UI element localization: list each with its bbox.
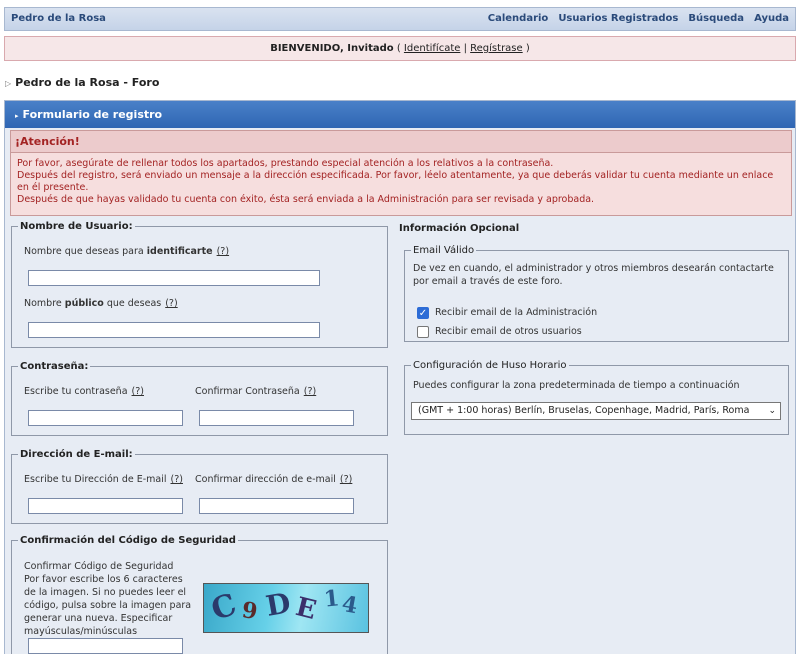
top-nav-links: Calendario Usuarios Registrados Búsqueda… [478,13,789,24]
captcha-image[interactable]: C 9 D E 1 4 [203,583,369,633]
attention-line-2: Después del registro, será enviado un me… [17,170,774,193]
username-fieldset: Nombre de Usuario: Nombre que deseas par… [11,221,388,348]
chevron-down-icon: ⌄ [768,406,776,416]
email-label: Escribe tu Dirección de E-mail (?) [24,474,183,485]
breadcrumb-forum-link[interactable]: Pedro de la Rosa - Foro [15,76,159,89]
public-name-help-link[interactable]: (?) [165,298,177,309]
captcha-char-3: D [263,586,293,623]
captcha-label: Confirmar Código de Seguridad [24,561,174,572]
welcome-bar: BIENVENIDO, Invitado ( Identifícate | Re… [4,36,796,61]
captcha-char-2: 9 [240,597,260,625]
welcome-paren-close: ) [525,43,530,54]
welcome-paren-open: ( [396,43,401,54]
receive-admin-email-label: Recibir email de la Administración [435,307,598,318]
confirm-email-label: Confirmar dirección de e-mail (?) [195,474,353,485]
public-name-input[interactable] [28,322,320,338]
valid-email-description: De vez en cuando, el administrador y otr… [413,263,774,287]
timezone-legend: Configuración de Huso Horario [413,360,567,371]
timezone-select[interactable]: (GMT + 1:00 horas) Berlín, Bruselas, Cop… [411,402,781,420]
attention-line-3: Después de que hayas validado tu cuenta … [17,194,595,205]
password-help-link[interactable]: (?) [132,386,144,397]
captcha-legend: Confirmación del Código de Seguridad [20,535,236,546]
receive-admin-email-checkbox[interactable]: ✓ [417,307,429,319]
valid-email-fieldset: Email Válido De vez en cuando, el admini… [404,245,789,342]
panel-arrow-icon: ▸ [15,112,19,120]
nav-usuarios-registrados[interactable]: Usuarios Registrados [558,13,678,24]
attention-line-1: Por favor, asegúrate de rellenar todos l… [17,158,554,169]
breadcrumb: ▷ Pedro de la Rosa - Foro [5,76,159,89]
attention-box: ¡Atención! Por favor, asegúrate de relle… [10,130,792,216]
password-label: Escribe tu contraseña (?) [24,386,144,397]
confirm-email-input[interactable] [199,498,354,514]
captcha-input[interactable] [28,638,183,654]
captcha-description: Por favor escribe los 6 caracteres de la… [24,574,192,637]
welcome-separator: | [463,43,467,54]
username-input[interactable] [28,270,320,286]
confirm-password-label: Confirmar Contraseña (?) [195,386,317,397]
nav-busqueda[interactable]: Búsqueda [688,13,744,24]
site-name[interactable]: Pedro de la Rosa [11,13,106,24]
timezone-fieldset: Configuración de Huso Horario Puedes con… [404,360,789,435]
valid-email-legend: Email Válido [413,245,475,256]
confirm-password-help-link[interactable]: (?) [304,386,316,397]
registration-panel: ▸ Formulario de registro ¡Atención! Por f… [4,100,796,654]
attention-title: ¡Atención! [11,131,791,153]
register-link[interactable]: Regístrase [470,43,523,54]
password-fieldset: Contraseña: Escribe tu contraseña (?) Con… [11,361,388,436]
welcome-greeting: BIENVENIDO, Invitado [270,43,394,54]
timezone-description: Puedes configurar la zona predeterminada… [413,380,740,391]
login-link[interactable]: Identifícate [404,43,460,54]
captcha-fieldset: Confirmación del Código de Seguridad Con… [11,535,388,654]
identify-help-link[interactable]: (?) [217,246,229,257]
panel-title: Formulario de registro [22,108,163,121]
email-help-link[interactable]: (?) [171,474,183,485]
receive-users-email-checkbox[interactable] [417,326,429,338]
public-name-label: Nombre público que deseas (?) [24,298,178,309]
identify-label: Nombre que deseas para identificarte (?) [24,246,230,257]
email-legend: Dirección de E-mail: [20,449,133,460]
nav-ayuda[interactable]: Ayuda [754,13,789,24]
timezone-selected-value: (GMT + 1:00 horas) Berlín, Bruselas, Cop… [418,405,750,416]
password-legend: Contraseña: [20,361,89,372]
captcha-char-4: E [292,592,320,626]
email-fieldset: Dirección de E-mail: Escribe tu Direcció… [11,449,388,524]
confirm-password-input[interactable] [199,410,354,426]
nav-calendario[interactable]: Calendario [488,13,549,24]
captcha-char-1: C [207,587,241,628]
email-input[interactable] [28,498,183,514]
captcha-char-6: 4 [339,590,360,620]
receive-users-email-label: Recibir email de otros usuarios [435,326,582,337]
breadcrumb-arrow-icon: ▷ [5,79,12,88]
attention-body: Por favor, asegúrate de rellenar todos l… [11,153,791,211]
captcha-char-5: 1 [322,585,341,613]
password-input[interactable] [28,410,183,426]
confirm-email-help-link[interactable]: (?) [340,474,352,485]
optional-info-heading: Información Opcional [399,223,520,234]
top-navigation-bar: Pedro de la Rosa Calendario Usuarios Reg… [4,7,796,31]
username-legend: Nombre de Usuario: [20,221,133,232]
panel-header: ▸ Formulario de registro [5,101,795,128]
